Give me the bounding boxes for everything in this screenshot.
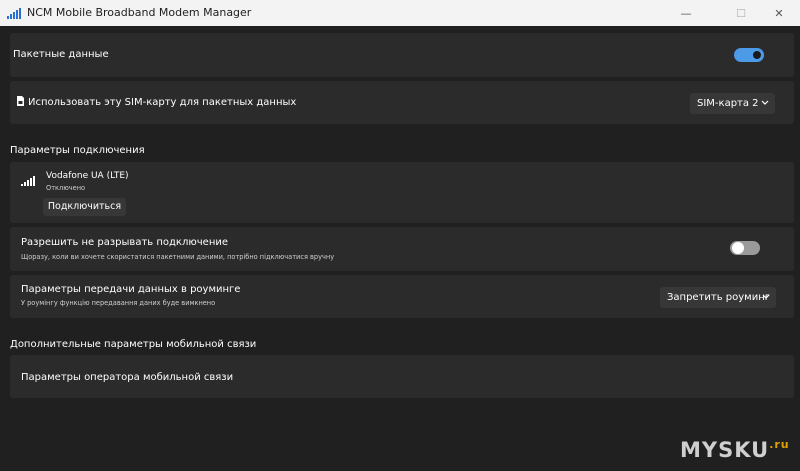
sim-select-dropdown[interactable]: SIM-карта 2 xyxy=(690,93,775,114)
keep-connection-toggle[interactable] xyxy=(730,241,760,255)
connection-status: Отключено xyxy=(46,184,86,192)
toggle-knob xyxy=(732,242,744,254)
packet-data-label: Пакетные данные xyxy=(13,49,109,60)
close-button[interactable]: ✕ xyxy=(756,0,800,26)
operator-name: Vodafone UA (LTE) xyxy=(46,171,129,181)
window-title: NCM Mobile Broadband Modem Manager xyxy=(27,6,252,19)
keep-connection-card xyxy=(10,227,794,271)
sim-card-icon xyxy=(17,96,24,106)
toggle-knob xyxy=(753,51,761,59)
sim-selected-value: SIM-карта 2 xyxy=(697,98,759,109)
packet-data-toggle[interactable] xyxy=(734,48,764,62)
connect-button[interactable]: Подключиться xyxy=(43,198,126,216)
sim-label: Использовать эту SIM-карту для пакетных … xyxy=(28,97,297,108)
signal-app-icon xyxy=(7,8,21,19)
keep-connection-label: Разрешить не разрывать подключение xyxy=(21,237,229,248)
minimize-button[interactable]: — xyxy=(663,0,709,26)
roaming-label: Параметры передачи данных в роуминге xyxy=(21,284,241,295)
watermark-suffix: .ru xyxy=(769,438,790,451)
roaming-selected-value: Запретить роуминг xyxy=(667,292,771,303)
chevron-down-icon xyxy=(762,294,770,299)
roaming-select-dropdown[interactable]: Запретить роуминг xyxy=(660,287,776,308)
operator-settings-label: Параметры оператора мобильной связи xyxy=(21,372,234,383)
watermark-text: MYSKU xyxy=(680,438,770,462)
chevron-down-icon xyxy=(761,100,769,105)
packet-data-card xyxy=(10,33,794,77)
site-watermark: MYSKU.ru xyxy=(680,438,790,462)
keep-connection-desc: Щоразу, коли ви хочете скористатися паке… xyxy=(21,253,335,261)
signal-strength-icon xyxy=(21,176,35,186)
advanced-header: Дополнительные параметры мобильной связи xyxy=(10,339,257,350)
connection-params-header: Параметры подключения xyxy=(10,145,145,156)
roaming-desc: У роумінгу функцію передавання даних буд… xyxy=(21,299,216,307)
window-titlebar: NCM Mobile Broadband Modem Manager — ☐ ✕ xyxy=(0,0,800,26)
